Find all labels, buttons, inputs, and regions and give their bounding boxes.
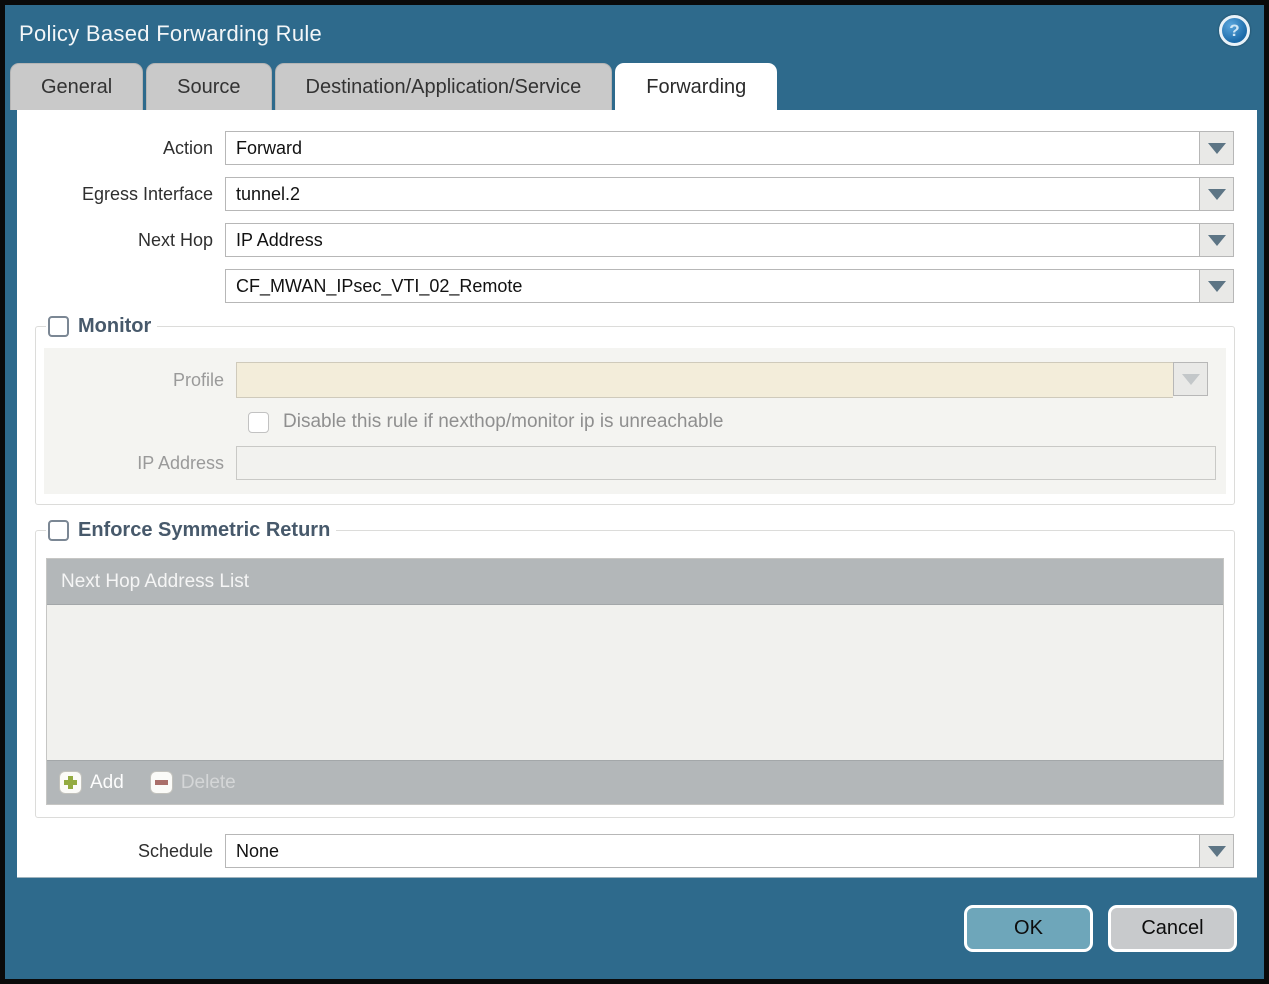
next-hop-address-dropdown-button[interactable]: [1199, 269, 1234, 303]
next-hop-address-input[interactable]: [225, 269, 1199, 303]
monitor-fieldset: Monitor Profile Disable this rule if nex…: [35, 315, 1235, 505]
next-hop-address-table-header: Next Hop Address List: [47, 559, 1223, 605]
schedule-dropdown-button[interactable]: [1199, 834, 1234, 868]
add-button-label: Add: [90, 771, 124, 793]
schedule-input[interactable]: [225, 834, 1199, 868]
delete-button-label: Delete: [180, 771, 236, 793]
chevron-down-icon: [1181, 373, 1200, 385]
next-hop-label: Next Hop: [137, 229, 213, 250]
next-hop-address-table-body[interactable]: [47, 605, 1223, 760]
tab-general[interactable]: General: [10, 63, 144, 110]
profile-input: [236, 362, 1173, 398]
disable-rule-checkbox: [248, 411, 269, 433]
disable-rule-check-group: Disable this rule if nexthop/monitor ip …: [44, 411, 723, 433]
monitor-ip-input: [236, 446, 1216, 480]
action-input[interactable]: [225, 131, 1199, 165]
plus-icon: [59, 771, 82, 794]
monitor-legend: Monitor: [46, 315, 157, 338]
symmetric-return-legend-label: Enforce Symmetric Return: [78, 519, 331, 541]
monitor-ip-label: IP Address: [137, 452, 224, 473]
ok-button[interactable]: OK: [964, 905, 1093, 952]
monitor-checkbox[interactable]: [48, 316, 69, 337]
disable-rule-label: Disable this rule if nexthop/monitor ip …: [283, 411, 724, 432]
monitor-ip-row: IP Address: [44, 446, 1226, 480]
symmetric-return-checkbox[interactable]: [48, 520, 69, 541]
profile-row: Profile: [44, 362, 1226, 398]
chevron-down-icon: [1207, 280, 1226, 292]
disable-rule-row: Disable this rule if nexthop/monitor ip …: [44, 411, 1226, 433]
profile-combo: [236, 362, 1208, 398]
next-hop-dropdown-button[interactable]: [1199, 223, 1234, 257]
chevron-down-icon: [1207, 234, 1226, 246]
next-hop-address-table-toolbar: Add Delete: [47, 760, 1223, 804]
next-hop-combo: [225, 223, 1234, 257]
action-dropdown-button[interactable]: [1199, 131, 1234, 165]
symmetric-return-fieldset: Enforce Symmetric Return Next Hop Addres…: [35, 519, 1235, 818]
delete-button: Delete: [149, 771, 236, 794]
tab-source[interactable]: Source: [146, 63, 272, 110]
dialog-footer: OK Cancel: [5, 878, 1264, 979]
symmetric-return-legend: Enforce Symmetric Return: [46, 519, 336, 542]
egress-interface-row: Egress Interface: [17, 177, 1257, 211]
dialog-titlebar: Policy Based Forwarding Rule ?: [5, 5, 1264, 63]
add-button[interactable]: Add: [59, 771, 124, 794]
next-hop-address-row: [17, 269, 1257, 303]
egress-interface-input[interactable]: [225, 177, 1199, 211]
chevron-down-icon: [1207, 142, 1226, 154]
tab-content-forwarding: Action Egress Interface Next Hop: [17, 110, 1257, 878]
help-icon[interactable]: ?: [1219, 15, 1250, 46]
tab-forwarding[interactable]: Forwarding: [615, 63, 778, 110]
next-hop-row: Next Hop: [17, 223, 1257, 257]
chevron-down-icon: [1207, 845, 1226, 857]
footer-buttons: OK Cancel: [964, 905, 1237, 952]
schedule-label: Schedule: [137, 840, 213, 861]
schedule-combo: [225, 834, 1234, 868]
pbf-rule-dialog: Policy Based Forwarding Rule ? General S…: [0, 0, 1269, 984]
next-hop-address-combo: [225, 269, 1234, 303]
action-label: Action: [162, 137, 213, 158]
next-hop-type-input[interactable]: [225, 223, 1199, 257]
profile-dropdown-button: [1173, 362, 1208, 396]
tab-destination-application-service[interactable]: Destination/Application/Service: [274, 63, 613, 110]
minus-icon: [149, 771, 173, 794]
cancel-button[interactable]: Cancel: [1108, 905, 1237, 952]
tab-bar: General Source Destination/Application/S…: [5, 63, 1264, 110]
egress-interface-label: Egress Interface: [81, 183, 213, 204]
profile-label: Profile: [172, 369, 224, 390]
schedule-row: Schedule: [17, 834, 1257, 868]
question-mark-glyph: ?: [1229, 21, 1240, 40]
action-row: Action: [17, 131, 1257, 165]
egress-interface-combo: [225, 177, 1234, 211]
egress-interface-dropdown-button[interactable]: [1199, 177, 1234, 211]
next-hop-address-table: Next Hop Address List Add Delete: [46, 558, 1224, 805]
action-combo: [225, 131, 1234, 165]
monitor-panel: Profile Disable this rule if nexthop/mon…: [44, 348, 1226, 494]
chevron-down-icon: [1207, 188, 1226, 200]
monitor-legend-label: Monitor: [78, 315, 152, 337]
dialog-title: Policy Based Forwarding Rule: [19, 21, 323, 46]
